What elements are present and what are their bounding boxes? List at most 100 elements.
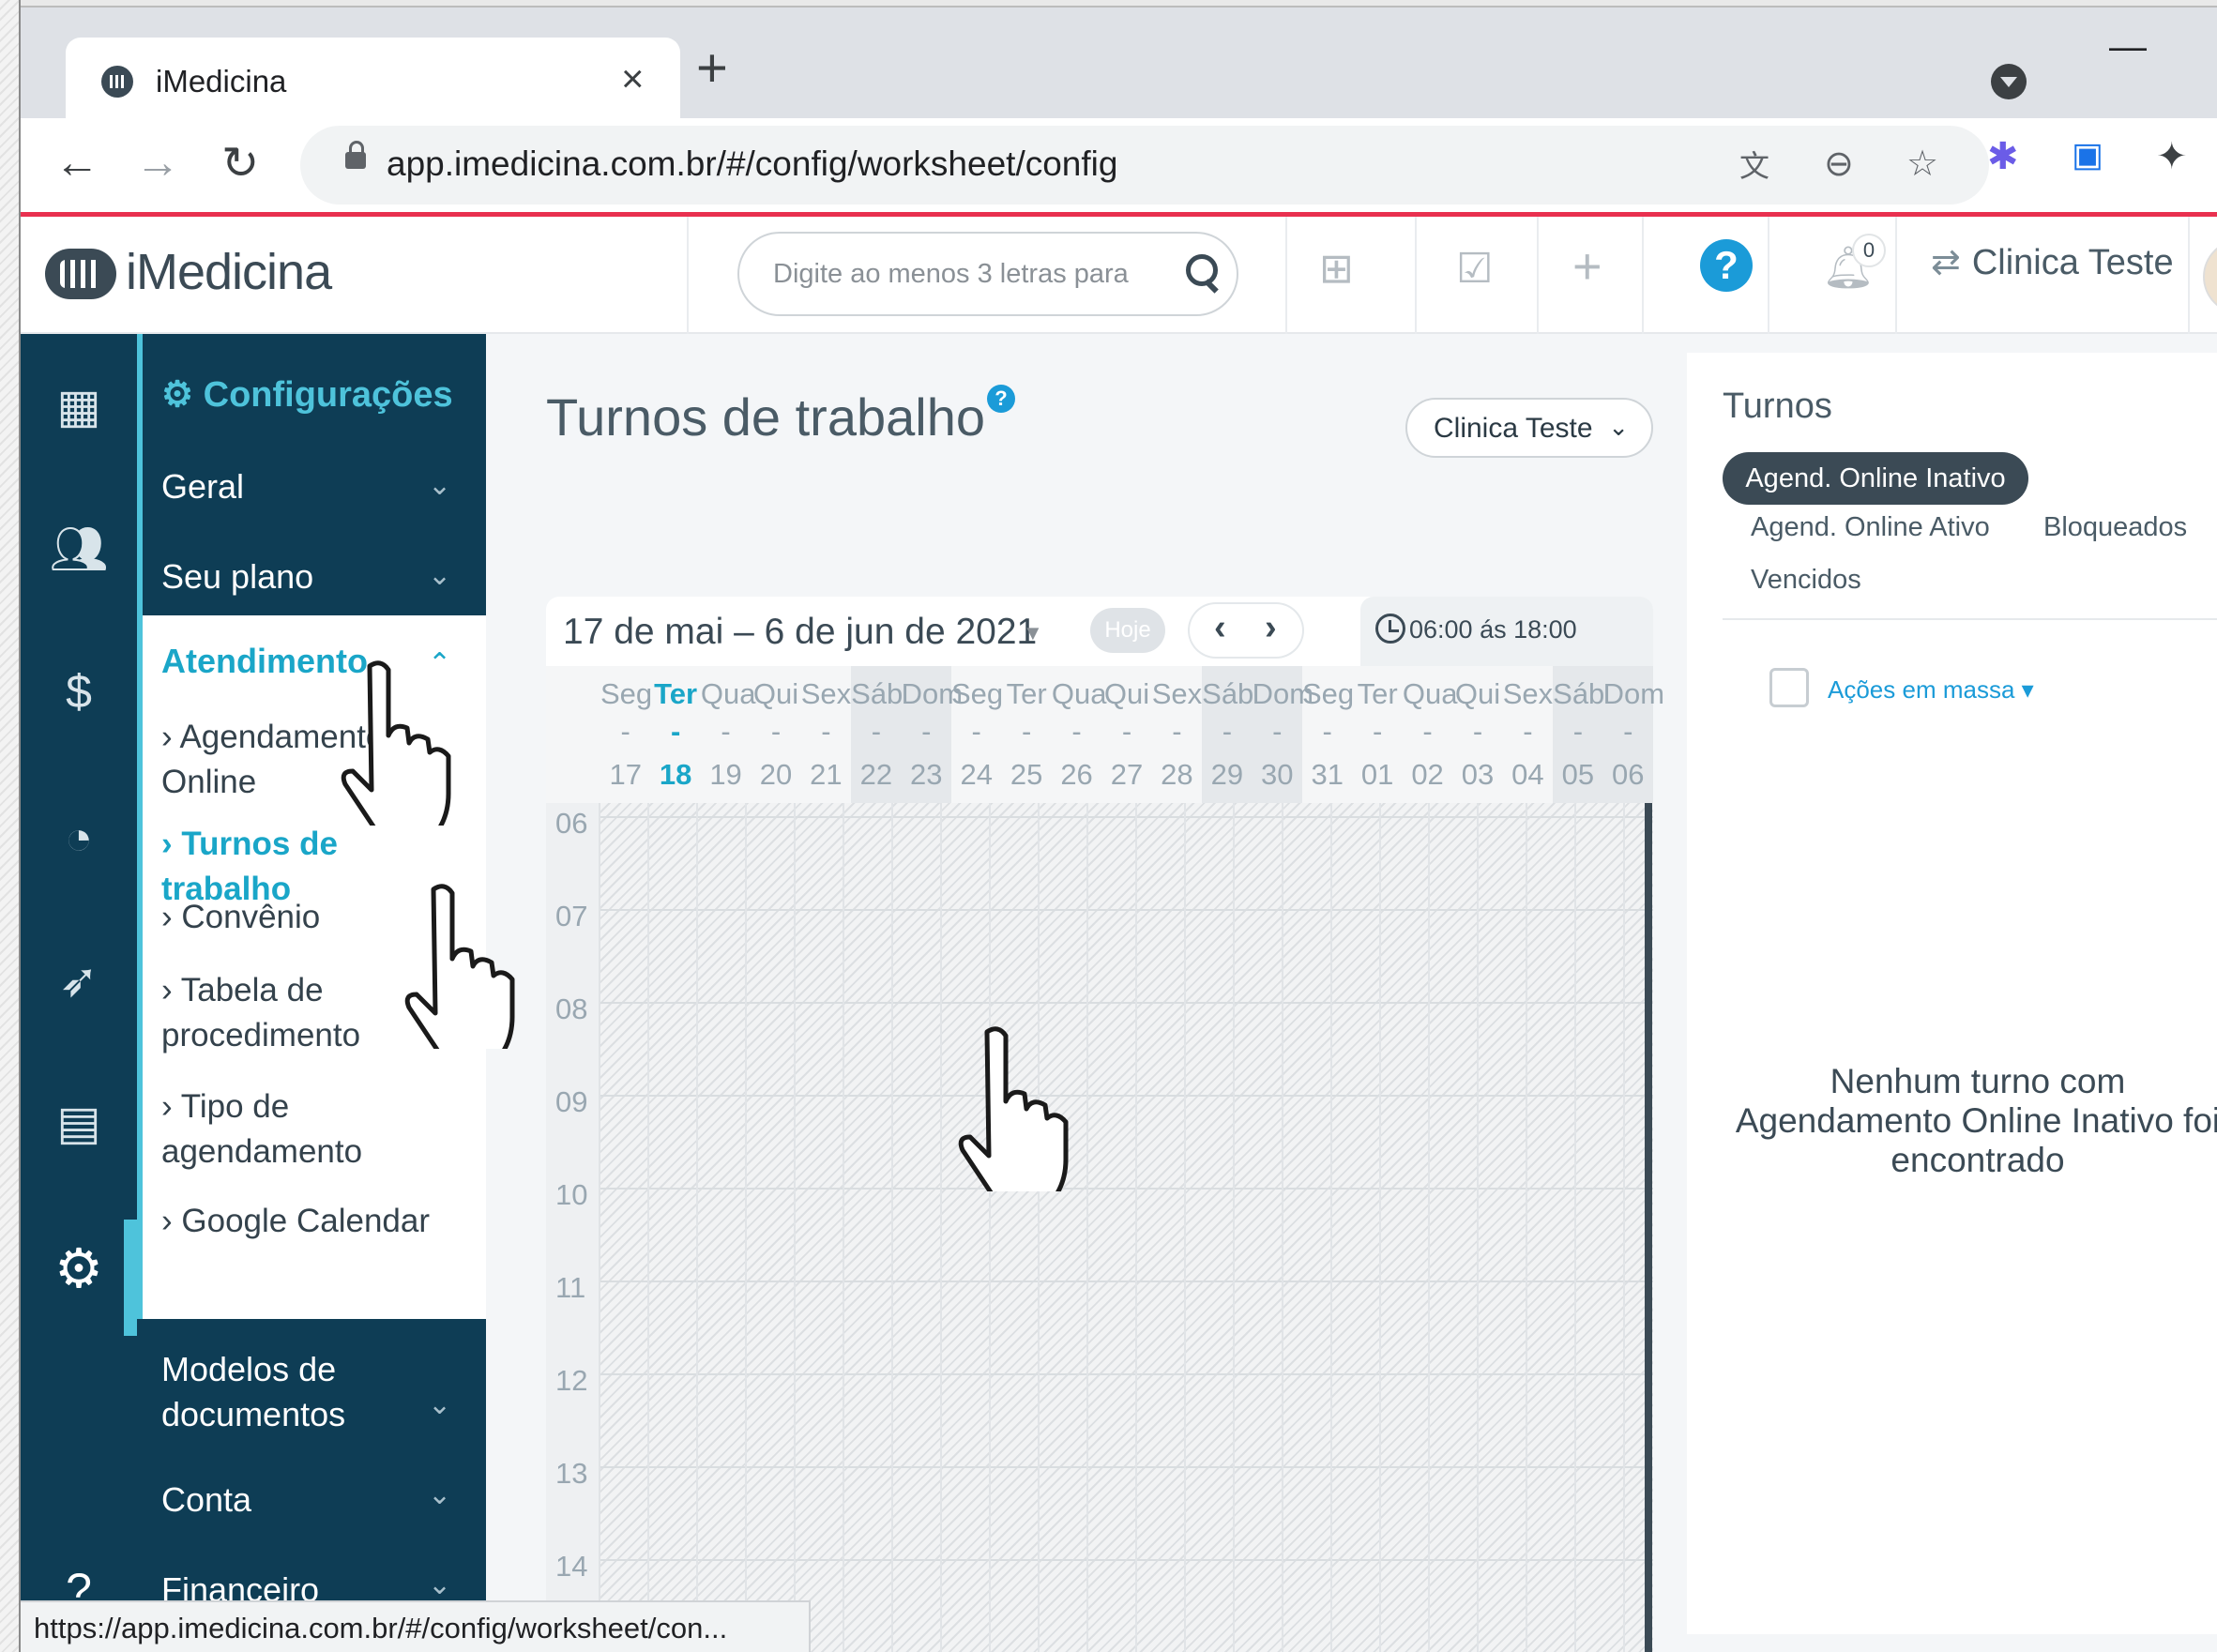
calendar-day-column: Sex - 21 (801, 666, 851, 803)
day-date: 20 (759, 758, 793, 791)
zoom-icon[interactable]: ⊖ (1824, 143, 1854, 185)
day-separator: - (620, 715, 630, 748)
extensions-puzzle-icon[interactable]: ✦ (2156, 135, 2188, 178)
calendar-scrollbar[interactable] (1645, 803, 1652, 1652)
search-box[interactable] (737, 232, 1238, 316)
filter-bloqueados[interactable]: Bloqueados (2043, 512, 2187, 543)
translate-icon[interactable]: 文 (1739, 143, 1769, 186)
logo-icon[interactable] (45, 249, 116, 299)
day-separator: - (721, 715, 731, 748)
forward-arrow-icon[interactable]: → (135, 137, 180, 189)
help-icon[interactable]: ? (1700, 239, 1753, 292)
chevron-down-icon[interactable]: ⌄ (428, 1478, 451, 1511)
day-separator: - (1572, 715, 1584, 748)
back-arrow-icon[interactable]: ← (54, 137, 99, 189)
day-separator: - (1472, 715, 1483, 748)
calendar-hour-column: 06 07 08 09 10 11 12 13 14 (546, 803, 600, 1652)
extension-snowflake-icon[interactable]: ✱ (1987, 135, 2019, 178)
next-week-icon[interactable]: › (1265, 608, 1277, 648)
day-name: Dom (901, 677, 964, 710)
calendar-day-column: Seg - 17 (600, 666, 652, 803)
bookmark-star-icon[interactable]: ☆ (1906, 143, 1938, 185)
submenu-google-calendar[interactable]: › Google Calendar (161, 1199, 471, 1244)
panel-divider (1723, 618, 2217, 620)
hour-label: 08 (555, 993, 588, 1025)
menu-item-geral[interactable]: Geral (161, 467, 244, 507)
hand-pointer-icon (341, 660, 451, 826)
calendar-grid[interactable]: Seg -17 Ter -18 Qua -19 Qui -20 Sex -21 Sáb -22 Dom -… (546, 666, 1664, 1652)
chevron-down-icon[interactable]: ⌄ (428, 559, 451, 592)
calendar-day-column: Ter - 01 (1352, 666, 1402, 803)
day-name: Sáb (1553, 677, 1605, 710)
calendar-time-slots[interactable] (600, 803, 1653, 1652)
day-separator: - (1623, 715, 1633, 748)
menu-item-modelos-documentos[interactable]: Modelos de documentos (161, 1347, 405, 1437)
calendar-day-column: Sex - 28 (1152, 666, 1202, 803)
browser-tab[interactable]: iMedicina × (66, 38, 680, 128)
bulk-actions-dropdown[interactable]: Ações em massa ▾ (1828, 675, 2034, 705)
shuffle-icon: ⇄ (1931, 243, 1961, 282)
time-range-label: 06:00 ás 18:00 (1409, 615, 1577, 644)
reports-pie-icon[interactable]: ◔ (21, 811, 137, 865)
notification-count-badge: 0 (1852, 234, 1886, 267)
day-name: Seg (951, 677, 1004, 710)
day-date: 21 (810, 758, 843, 791)
address-bar[interactable]: app.imedicina.com.br/#/config/worksheet/… (300, 126, 1989, 205)
close-tab-icon[interactable]: × (621, 56, 645, 101)
menu-item-seu-plano[interactable]: Seu plano (161, 557, 313, 597)
calendar-day-column: Qui - 20 (751, 666, 800, 803)
day-name: Sex (800, 677, 852, 710)
filter-agend-online-ativo[interactable]: Agend. Online Ativo (1751, 512, 1990, 543)
calendar-day-column: Dom - 23 (901, 666, 964, 803)
day-name: Sex (1151, 677, 1203, 710)
page-help-icon[interactable]: ? (987, 385, 1015, 413)
header-divider (2188, 217, 2190, 334)
search-icon[interactable] (1184, 250, 1222, 294)
gear-icon: ⚙ (161, 375, 204, 415)
chevron-down-icon[interactable]: ⌄ (428, 1388, 451, 1421)
calendar-day-column: Dom - 30 (1252, 666, 1313, 803)
url-text[interactable]: app.imedicina.com.br/#/config/worksheet/… (387, 144, 1117, 184)
day-separator: - (971, 715, 981, 748)
marketing-rocket-icon[interactable]: ➶ (21, 953, 137, 1008)
day-separator: - (871, 715, 882, 748)
chrome-profile-icon[interactable] (1991, 64, 2027, 99)
search-input[interactable] (773, 250, 1148, 297)
filter-vencidos[interactable]: Vencidos (1751, 565, 1861, 596)
hour-label: 07 (555, 900, 588, 932)
clinic-select[interactable]: Clinica Teste ⌄ (1405, 398, 1653, 458)
hour-label: 11 (555, 1271, 586, 1304)
day-date: 22 (859, 758, 893, 791)
task-check-icon[interactable]: ☑ (1456, 245, 1493, 293)
day-separator: - (1372, 715, 1383, 748)
finance-icon[interactable]: $ (21, 664, 137, 719)
logo-text[interactable]: iMedicina (126, 243, 332, 301)
caret-down-icon[interactable]: ▼ (1023, 621, 1043, 645)
submenu-tipo-agendamento[interactable]: › Tipo de agendamento (161, 1084, 471, 1175)
extension-screen-icon[interactable]: ▣ (2072, 135, 2103, 174)
menu-item-conta[interactable]: Conta (161, 1480, 251, 1520)
reload-icon[interactable]: ↻ (221, 137, 259, 189)
messages-icon[interactable]: ▤ (21, 1096, 137, 1150)
window-minimize-button[interactable]: — (2109, 26, 2147, 68)
user-avatar[interactable] (2203, 239, 2217, 314)
prev-week-icon[interactable]: ‹ (1214, 608, 1226, 648)
date-range-picker[interactable]: 17 de mai – 6 de jun de 2021 (563, 612, 1037, 653)
day-separator: - (1021, 715, 1032, 748)
lock-icon[interactable] (345, 141, 366, 169)
filter-agend-online-inativo[interactable]: Agend. Online Inativo (1723, 452, 2028, 505)
add-icon[interactable]: + (1572, 237, 1602, 296)
settings-gear-icon[interactable]: ⚙ (21, 1236, 137, 1300)
gift-icon[interactable]: ⊞ (1319, 245, 1354, 293)
calendar-day-column: Ter - 25 (1001, 666, 1051, 803)
today-button[interactable]: Hoje (1090, 608, 1165, 653)
chevron-down-icon[interactable]: ⌄ (428, 1569, 451, 1601)
day-separator: - (821, 715, 831, 748)
patients-icon[interactable]: 👥︎ (21, 522, 137, 577)
chevron-down-icon[interactable]: ⌄ (428, 469, 451, 502)
new-tab-button[interactable]: + (696, 41, 728, 96)
select-all-checkbox[interactable] (1769, 668, 1809, 707)
day-date: 30 (1261, 758, 1294, 791)
calendar-icon[interactable]: ▦ (21, 379, 137, 433)
clinic-switcher[interactable]: ⇄ Clinica Teste (1931, 241, 2174, 283)
